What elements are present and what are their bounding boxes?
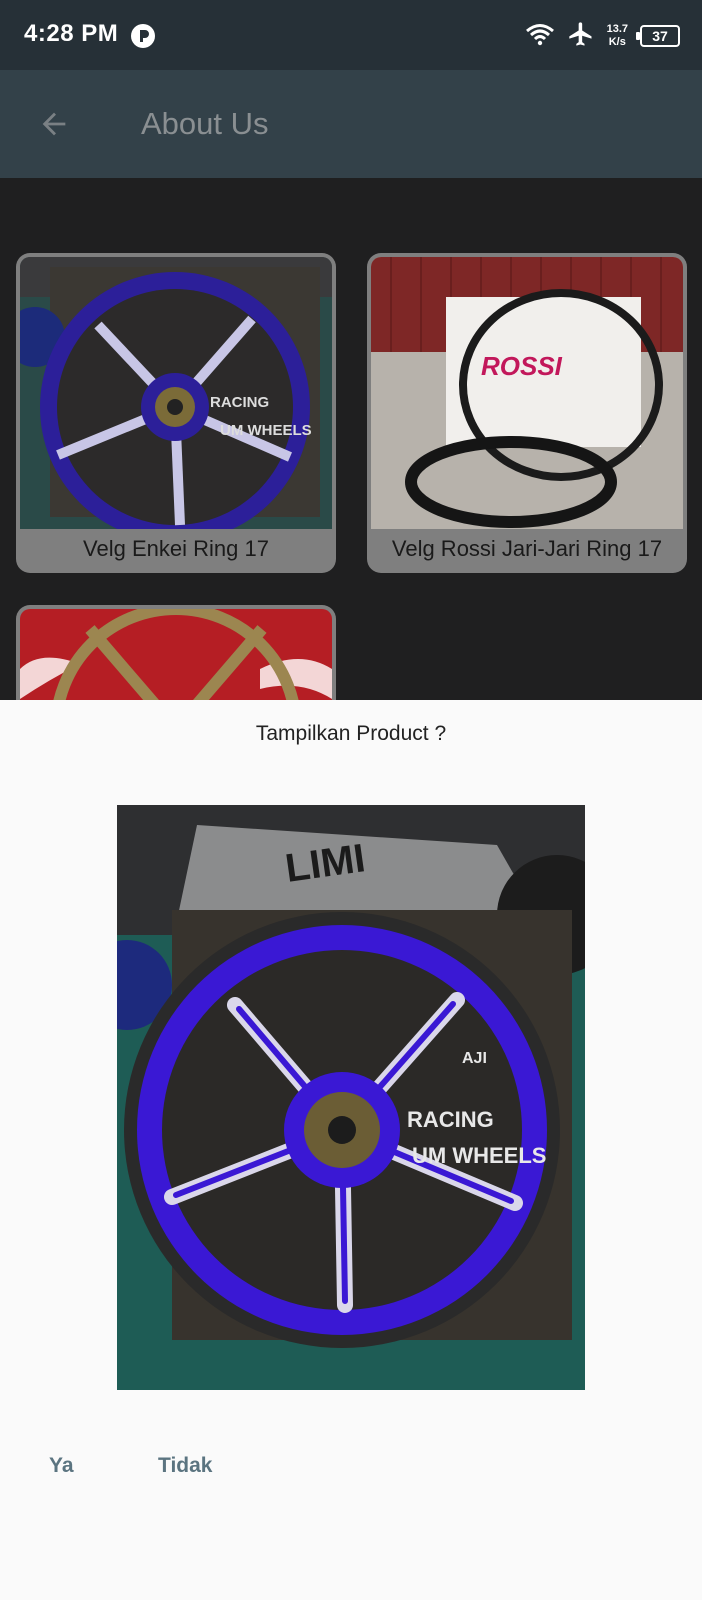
dialog-actions: Ya Tidak [0, 1440, 702, 1500]
product-dialog: Tampilkan Product ? LIMI RACING UM WHEEL… [0, 700, 702, 1600]
svg-text:ROSSI: ROSSI [481, 351, 563, 381]
status-icons: 13.7 K/s 37 [525, 20, 680, 52]
app-bar: About Us [0, 70, 702, 178]
svg-text:RACING: RACING [210, 394, 269, 411]
product-card[interactable] [16, 605, 336, 700]
product-image-spoke-rims: ROSSI [371, 257, 683, 529]
arrow-left-icon [42, 112, 66, 136]
back-button[interactable] [30, 100, 78, 148]
airplane-mode-icon [567, 20, 595, 53]
net-speed-unit: K/s [608, 36, 626, 48]
product-label: Velg Enkei Ring 17 [83, 536, 269, 561]
no-button[interactable]: Tidak [158, 1440, 212, 1492]
product-grid: RACING UM WHEELS Velg Enkei Ring 17 ROSS… [0, 178, 702, 700]
battery-icon: 37 [636, 25, 680, 47]
battery-level: 37 [652, 28, 668, 44]
svg-text:RACING: RACING [407, 1107, 494, 1132]
wifi-icon [525, 22, 555, 51]
status-bar: 4:28 PM 13.7 K/s 37 [0, 0, 702, 70]
svg-text:UM WHEELS: UM WHEELS [412, 1143, 546, 1168]
product-image-gold-wheel [20, 609, 332, 700]
yes-button[interactable]: Ya [49, 1440, 74, 1492]
page-title: About Us [141, 106, 269, 141]
product-card[interactable]: RACING UM WHEELS Velg Enkei Ring 17 [16, 253, 336, 573]
app-notification-icon [130, 23, 156, 54]
network-speed: 13.7 K/s [607, 23, 628, 49]
dialog-product-image: LIMI RACING UM WHEELS AJI [117, 805, 585, 1390]
status-time: 4:28 PM [24, 20, 119, 47]
svg-text:UM WHEELS: UM WHEELS [220, 422, 312, 439]
product-card[interactable]: ROSSI Velg Rossi Jari-Jari Ring 17 [367, 253, 687, 573]
net-speed-value: 13.7 [606, 23, 628, 35]
product-label: Velg Rossi Jari-Jari Ring 17 [391, 536, 663, 561]
dialog-title: Tampilkan Product ? [255, 722, 447, 745]
product-image-blue-wheel: RACING UM WHEELS [20, 257, 332, 529]
svg-text:AJI: AJI [462, 1050, 487, 1067]
